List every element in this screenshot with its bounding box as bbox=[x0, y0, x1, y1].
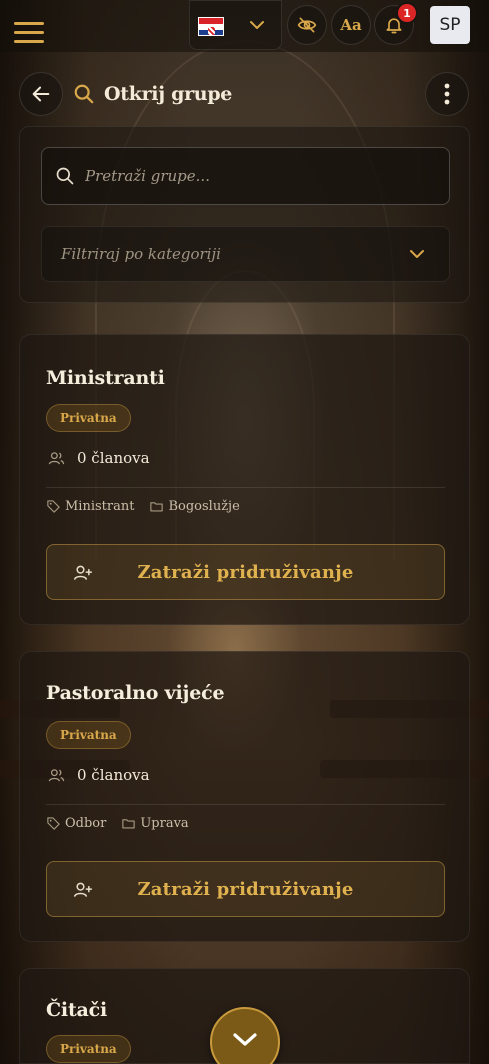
search-input[interactable] bbox=[85, 167, 415, 185]
users-icon bbox=[48, 768, 65, 781]
language-selector[interactable] bbox=[189, 0, 282, 50]
more-options-button[interactable] bbox=[425, 72, 469, 116]
eye-off-icon bbox=[297, 17, 317, 33]
folder-icon bbox=[122, 819, 136, 829]
request-join-button[interactable]: Zatraži pridruživanje bbox=[46, 861, 445, 917]
search-field bbox=[41, 147, 450, 205]
page-title: Otkrij grupe bbox=[104, 83, 233, 105]
privacy-badge: Privatna bbox=[46, 721, 131, 749]
group-tags: Ministrant Bogoslužje bbox=[46, 499, 255, 514]
menu-icon[interactable] bbox=[14, 22, 44, 44]
chevron-down-icon bbox=[250, 21, 264, 29]
visibility-toggle-button[interactable] bbox=[287, 5, 327, 45]
back-button[interactable] bbox=[19, 72, 63, 116]
group-card: Ministranti Privatna 0 članova Ministran… bbox=[19, 334, 470, 625]
member-count: 0 članova bbox=[48, 449, 150, 467]
top-bar: Aa 1 SP bbox=[0, 0, 489, 52]
tag-label: Ministrant bbox=[65, 499, 135, 514]
notification-count-badge: 1 bbox=[396, 2, 418, 24]
tag-icon bbox=[47, 817, 60, 830]
divider bbox=[46, 804, 445, 805]
category: Uprava bbox=[121, 816, 189, 831]
search-icon bbox=[74, 84, 94, 104]
member-count: 0 članova bbox=[48, 766, 150, 784]
user-avatar[interactable]: SP bbox=[430, 6, 470, 44]
chevron-down-icon bbox=[410, 250, 424, 258]
search-icon bbox=[56, 167, 74, 185]
chevron-down-icon bbox=[233, 1033, 257, 1046]
category-label: Uprava bbox=[140, 816, 189, 831]
category-label: Bogoslužje bbox=[168, 499, 240, 514]
tag-label: Odbor bbox=[65, 816, 107, 831]
tag: Odbor bbox=[46, 816, 106, 831]
user-plus-icon bbox=[73, 565, 93, 580]
font-size-label: Aa bbox=[340, 16, 362, 34]
more-vertical-icon bbox=[444, 83, 450, 105]
tag-icon bbox=[47, 500, 60, 513]
privacy-badge: Privatna bbox=[46, 404, 131, 432]
group-tags: Odbor Uprava bbox=[46, 816, 204, 831]
request-join-label: Zatraži pridruživanje bbox=[137, 878, 354, 900]
group-name: Ministranti bbox=[46, 367, 165, 389]
privacy-badge: Privatna bbox=[46, 1035, 131, 1063]
divider bbox=[46, 487, 445, 488]
user-plus-icon bbox=[73, 882, 93, 897]
users-icon bbox=[48, 451, 65, 464]
folder-icon bbox=[150, 502, 164, 512]
filter-panel: Filtriraj po kategoriji bbox=[19, 126, 470, 303]
category: Bogoslužje bbox=[149, 499, 240, 514]
arrow-left-icon bbox=[32, 86, 50, 102]
member-count-label: 0 članova bbox=[77, 449, 150, 467]
category-filter-select[interactable]: Filtriraj po kategoriji bbox=[41, 226, 450, 282]
request-join-label: Zatraži pridruživanje bbox=[137, 561, 354, 583]
group-name: Čitači bbox=[46, 999, 108, 1021]
page-header: Otkrij grupe bbox=[73, 80, 232, 108]
group-card: Pastoralno vijeće Privatna 0 članova Odb… bbox=[19, 651, 470, 942]
notifications-button[interactable]: 1 bbox=[374, 2, 418, 45]
group-name: Pastoralno vijeće bbox=[46, 682, 225, 704]
font-size-button[interactable]: Aa bbox=[331, 5, 371, 45]
request-join-button[interactable]: Zatraži pridruživanje bbox=[46, 544, 445, 600]
tag: Ministrant bbox=[46, 499, 134, 514]
croatian-flag-icon bbox=[198, 17, 224, 36]
member-count-label: 0 članova bbox=[77, 766, 150, 784]
category-filter-placeholder: Filtriraj po kategoriji bbox=[61, 245, 221, 263]
